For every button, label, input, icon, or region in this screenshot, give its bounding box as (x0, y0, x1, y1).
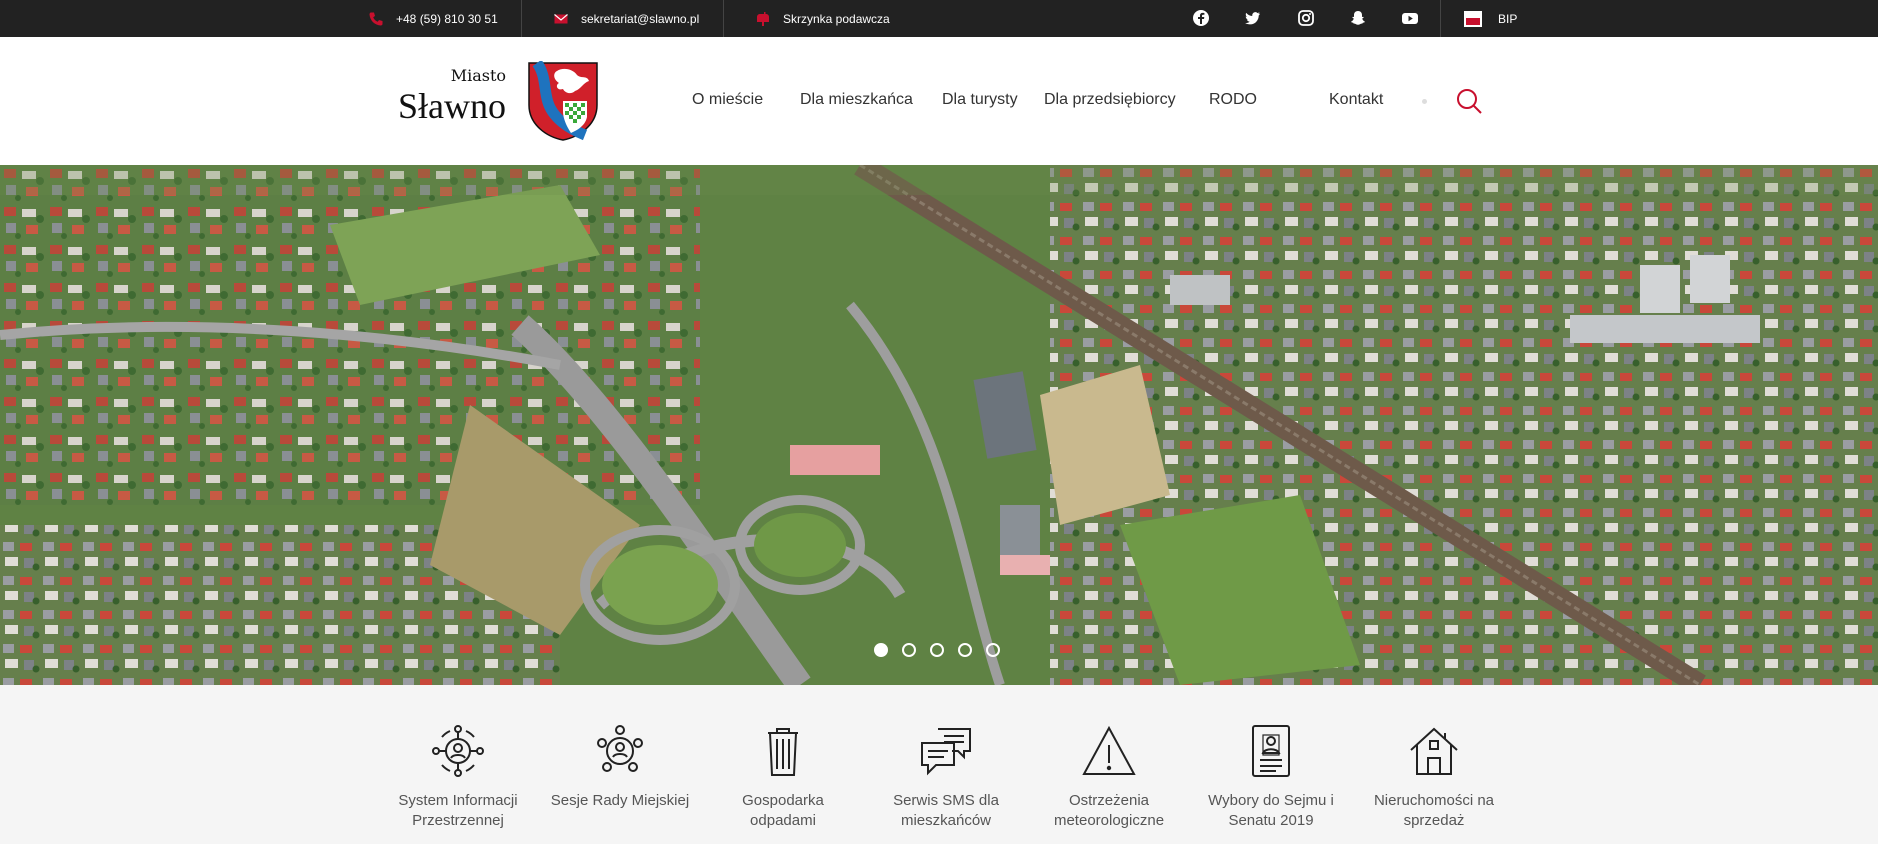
topbar-divider (521, 0, 522, 37)
trash-bin-icon (768, 728, 798, 776)
slider-dot-1[interactable] (874, 643, 888, 657)
quick-link-label: Wybory do Sejmu i Senatu 2019 (1208, 792, 1334, 829)
bip-flag-icon (1464, 10, 1482, 27)
facebook-icon[interactable] (1192, 9, 1210, 30)
quick-link-label: Nieruchomości na sprzedaż (1373, 792, 1495, 829)
instagram-icon[interactable] (1297, 9, 1315, 30)
slider-dot-3[interactable] (930, 643, 944, 657)
nav-dla-przedsiebiorcy[interactable]: Dla przedsiębiorcy (1044, 91, 1176, 109)
house-icon (1410, 727, 1458, 775)
hero-slider[interactable] (0, 165, 1878, 685)
slider-dots (874, 643, 1000, 657)
email-contact[interactable]: sekretariat@slawno.pl (553, 0, 699, 37)
sms-chat-icon (921, 728, 971, 776)
quick-link-label: System Informacji Przestrzennej (398, 792, 518, 829)
map-network-icon (432, 725, 484, 777)
search-icon[interactable] (1455, 87, 1483, 115)
youtube-icon[interactable] (1401, 9, 1419, 30)
quick-link-label: Gospodarka odpadami (742, 792, 824, 829)
snapchat-icon[interactable] (1349, 9, 1367, 30)
coat-of-arms-icon[interactable] (527, 61, 599, 141)
quick-link-label: Ostrzeżenia meteorologiczne (1053, 792, 1165, 829)
top-bar: +48 (59) 810 30 51 sekretariat@slawno.pl… (0, 0, 1878, 37)
twitter-icon[interactable] (1244, 9, 1262, 30)
slider-dot-4[interactable] (958, 643, 972, 657)
phone-contact[interactable]: +48 (59) 810 30 51 (368, 0, 498, 37)
quick-link-wybory[interactable]: Wybory do Sejmu i Senatu 2019 (1196, 723, 1346, 831)
ballot-icon (1252, 725, 1290, 777)
nav-dla-mieszkanca[interactable]: Dla mieszkańca (800, 91, 913, 109)
topbar-divider (723, 0, 724, 37)
quick-link-sms[interactable]: Serwis SMS dla mieszkańców (871, 723, 1021, 831)
slider-dot-2[interactable] (902, 643, 916, 657)
phone-number[interactable]: +48 (59) 810 30 51 (396, 12, 498, 26)
logo-small-text: Miasto (450, 66, 506, 85)
nav-o-miescie[interactable]: O mieście (692, 91, 763, 109)
phone-icon (369, 12, 383, 25)
quick-links: System Informacji Przestrzennej Sesje Ra… (0, 685, 1878, 844)
warning-icon (1082, 725, 1136, 775)
quick-link-ostrzezenia[interactable]: Ostrzeżenia meteorologiczne (1034, 723, 1184, 831)
nav-separator-dot (1422, 99, 1427, 104)
quick-link-sip[interactable]: System Informacji Przestrzennej (383, 723, 533, 831)
topbar-divider (1440, 0, 1441, 37)
quick-link-sesje[interactable]: Sesje Rady Miejskiej (545, 723, 695, 811)
quick-link-label: Sesje Rady Miejskiej (550, 792, 690, 809)
mailbox-icon (757, 11, 769, 26)
site-header: Miasto Sławno O mieście Dla mieszkańca D… (0, 37, 1878, 165)
slider-dot-5[interactable] (986, 643, 1000, 657)
hero-aerial-image (0, 165, 1878, 685)
quick-link-label: Serwis SMS dla mieszkańców (893, 792, 999, 829)
mailbox-link[interactable]: Skrzynka podawcza (755, 0, 890, 37)
email-address[interactable]: sekretariat@slawno.pl (581, 12, 699, 26)
quick-link-odpady[interactable]: Gospodarka odpadami (708, 723, 858, 831)
nav-kontakt[interactable]: Kontakt (1329, 91, 1383, 109)
site-logo-text[interactable]: Miasto Sławno (378, 67, 506, 127)
mail-icon (554, 13, 568, 23)
logo-big-text: Sławno (398, 86, 506, 126)
nav-rodo[interactable]: RODO (1209, 91, 1257, 109)
bip-label[interactable]: BIP (1498, 12, 1517, 26)
nav-dla-turysty[interactable]: Dla turysty (942, 91, 1018, 109)
quick-link-nieruchomosci[interactable]: Nieruchomości na sprzedaż (1359, 723, 1509, 831)
bip-link[interactable]: BIP (1464, 0, 1517, 37)
council-icon (597, 725, 643, 772)
mailbox-label[interactable]: Skrzynka podawcza (783, 12, 890, 26)
